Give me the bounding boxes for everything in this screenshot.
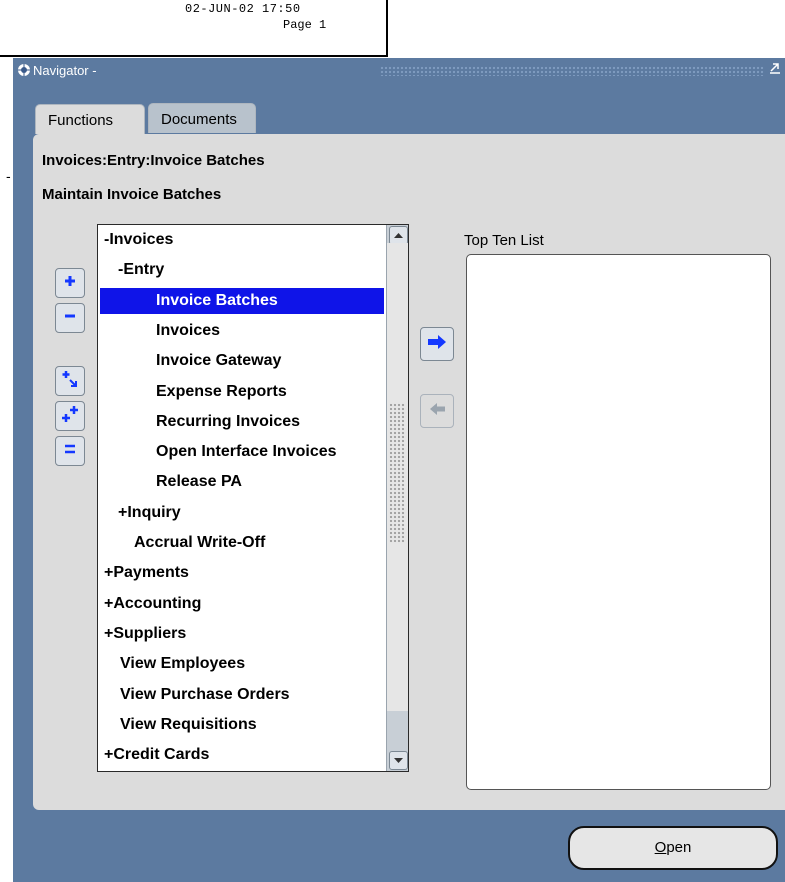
breadcrumb: Invoices:Entry:Invoice Batches: [42, 152, 265, 169]
remove-from-list-icon: [428, 402, 446, 421]
scroll-thumb[interactable]: [387, 243, 408, 711]
function-description: Maintain Invoice Batches: [42, 186, 222, 203]
tree-node[interactable]: + Payments: [104, 560, 189, 586]
tree-node-toggle[interactable]: +: [104, 742, 113, 768]
expand-button[interactable]: [55, 268, 85, 298]
tree-node[interactable]: Recurring Invoices: [156, 409, 300, 435]
chevron-up-icon: [394, 233, 403, 238]
scroll-down-button[interactable]: [389, 751, 408, 770]
tree-node-toggle[interactable]: +: [104, 560, 113, 586]
expand-all-icon: [61, 405, 79, 428]
report-page-number: Page 1: [283, 18, 327, 32]
open-button-label: pen: [666, 839, 692, 856]
tree-node-label: Inquiry: [127, 503, 181, 521]
tree-node-label: View Requisitions: [120, 715, 257, 733]
tree-node-label: Recurring Invoices: [156, 412, 301, 430]
tree-node-label: Accrual Write-Off: [134, 534, 266, 551]
collapse-icon: [63, 309, 77, 328]
report-header: 02-JUN-02 17:50 Page 1: [0, 0, 388, 57]
tree-node[interactable]: Invoice Batches: [100, 287, 384, 314]
add-to-list-button[interactable]: [420, 327, 454, 361]
collapse-all-button[interactable]: [55, 436, 85, 466]
window-title: Navigator -: [33, 63, 97, 78]
expand-all-button[interactable]: [55, 401, 85, 431]
expand-branch-button[interactable]: [55, 366, 85, 396]
expand-icon: [63, 274, 77, 293]
tree-node-toggle[interactable]: +: [104, 621, 113, 647]
oracle-app-icon: [17, 63, 31, 82]
tree-node-label: Expense Reports: [156, 382, 287, 400]
tree-node-label: Suppliers: [113, 624, 187, 642]
tree-node[interactable]: View Purchase Orders: [120, 682, 290, 708]
top-ten-label: Top Ten List: [464, 232, 544, 249]
tree-node-label: View Purchase Orders: [120, 685, 290, 703]
remove-from-list-button[interactable]: [420, 394, 454, 428]
tree-node[interactable]: - Entry: [118, 257, 164, 283]
tree-node[interactable]: Open Interface Invoices: [156, 439, 337, 465]
tree-node[interactable]: + Suppliers: [104, 621, 186, 647]
tab-documents[interactable]: Documents: [148, 103, 256, 133]
tree-node-label: Invoices: [156, 321, 221, 339]
tree-node[interactable]: + Accounting: [104, 591, 201, 617]
tree-node-label: Invoices: [109, 231, 174, 248]
tree-node-toggle[interactable]: +: [118, 500, 127, 526]
tree-node[interactable]: Invoice Gateway: [156, 348, 281, 374]
tree-node[interactable]: - Invoices: [104, 227, 173, 253]
open-button[interactable]: Open: [568, 826, 778, 870]
tree-node-label: Accounting: [113, 594, 202, 612]
tree-node-label: Invoice Gateway: [156, 352, 282, 370]
tree-node[interactable]: View Employees: [120, 651, 245, 677]
tree-node[interactable]: Invoices: [156, 318, 220, 344]
tree-node[interactable]: + Inquiry: [118, 500, 181, 526]
tree-node-label: Invoice Batches: [156, 291, 278, 309]
function-tree[interactable]: - Invoices - Entry Invoice Batches Invoices…: [97, 224, 409, 772]
tree-node-toggle[interactable]: +: [104, 591, 113, 617]
scroll-thumb-grip: [389, 403, 406, 543]
expand-branch-icon: [61, 370, 79, 393]
title-bar[interactable]: Navigator -: [13, 58, 785, 83]
navigator-window: Navigator - Functions Documents Invoices…: [13, 58, 785, 882]
tab-functions[interactable]: Functions: [35, 104, 145, 134]
tree-node-label: Entry: [123, 261, 165, 279]
tree-scrollbar[interactable]: [386, 225, 408, 771]
collapse-all-icon: [63, 442, 77, 461]
tree-node-label: Payments: [113, 564, 189, 582]
tree-node[interactable]: Expense Reports: [156, 379, 287, 405]
minimize-icon[interactable]: [769, 61, 781, 77]
open-button-mnemonic: O: [654, 839, 667, 856]
tree-node[interactable]: Accrual Write-Off: [134, 530, 265, 556]
tree-node[interactable]: View Requisitions: [120, 712, 257, 738]
tree-node-label: Credit Cards: [113, 746, 210, 764]
add-to-list-icon: [427, 334, 447, 355]
tree-node-label: Release PA: [156, 473, 242, 491]
stray-mark: -: [6, 168, 11, 184]
top-ten-list[interactable]: [466, 254, 771, 790]
collapse-button[interactable]: [55, 303, 85, 333]
tree-node[interactable]: + Credit Cards: [104, 742, 209, 768]
tree-node[interactable]: Release PA: [156, 469, 242, 495]
chevron-down-icon: [394, 758, 403, 763]
title-bar-grip: [380, 66, 764, 76]
tree-node-label: View Employees: [120, 655, 246, 673]
report-datetime: 02-JUN-02 17:50: [185, 2, 301, 16]
tree-node-label: Open Interface Invoices: [156, 443, 337, 461]
